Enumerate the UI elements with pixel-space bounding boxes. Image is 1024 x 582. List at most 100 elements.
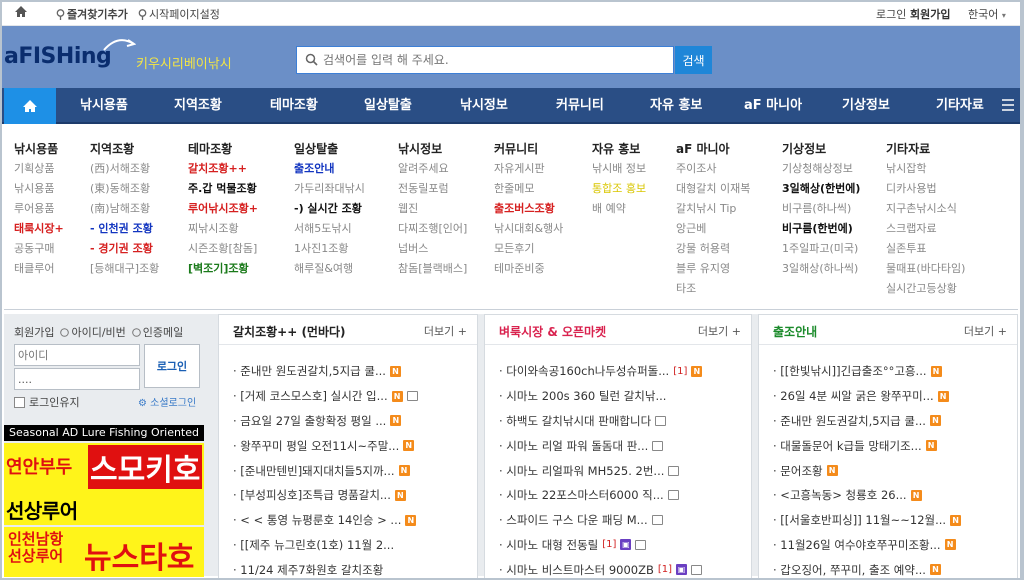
nav-home-tab[interactable]	[4, 88, 56, 124]
post-item[interactable]: · 갑오징어, 쭈꾸미, 출조 예약... N	[773, 557, 961, 582]
mega-menu-item[interactable]: 공동구매	[14, 240, 64, 260]
mega-menu-item[interactable]: 다찌조행[인어]	[398, 220, 467, 240]
mega-menu-item[interactable]: 물때표(바다타임)	[886, 260, 965, 280]
mega-col-title[interactable]: 기타자료	[886, 140, 965, 160]
mega-menu-item[interactable]: 출조버스조황	[494, 200, 563, 220]
bookmark-link[interactable]: 즐겨찾기추가	[56, 6, 128, 22]
startpage-link[interactable]: 시작페이지설정	[138, 6, 220, 22]
mega-menu-item[interactable]: (南)남해조황	[90, 200, 159, 220]
panel-title[interactable]: 벼룩시장 & 오픈마켓	[499, 323, 606, 340]
ad-smokey-ho[interactable]: 연안부두 스모키호 선상루어 010.5343.6604	[4, 443, 204, 548]
mega-menu-item[interactable]: 한줄메모	[494, 180, 563, 200]
social-login-link[interactable]: ⚙ 소셜로그인	[138, 394, 196, 409]
login-button[interactable]: 로그인	[144, 344, 200, 388]
mega-menu-item[interactable]: 블루 유지영	[676, 260, 750, 280]
mega-menu-item[interactable]: 앙근베	[676, 220, 750, 240]
mega-menu-item[interactable]: 태룩시장+	[14, 220, 64, 240]
post-item[interactable]: · 시마노 비스트마스터 9000ZB [1] ▣	[499, 557, 703, 582]
mega-menu-item[interactable]: 통합조 홍보	[592, 180, 646, 200]
post-item[interactable]: · 26일 4분 씨알 굵은 왕쭈꾸미... N	[773, 384, 961, 409]
mega-menu-item[interactable]: 대형갈치 이재복	[676, 180, 750, 200]
post-item[interactable]: · [[한빛낚시]]긴급출조°°고흥... N	[773, 359, 961, 384]
mega-menu-item[interactable]: 태클루어	[14, 260, 64, 280]
post-item[interactable]: · [[제주 뉴그린호(1호) 11월 2...	[233, 533, 418, 558]
nav-item-promo[interactable]: 자유 홍보	[650, 88, 702, 124]
home-icon[interactable]	[14, 5, 28, 21]
mega-menu-item[interactable]: 비구름(한번에)	[782, 220, 860, 240]
mega-menu-item[interactable]: 갈치조황++	[188, 160, 258, 180]
mega-menu-item[interactable]: 디카사용법	[886, 180, 965, 200]
more-link[interactable]: 더보기 +	[964, 323, 1007, 339]
post-item[interactable]: · 11월26일 여수야호쭈꾸미조황... N	[773, 533, 961, 558]
mega-menu-item[interactable]: 낚시대회&행사	[494, 220, 563, 240]
mega-menu-item[interactable]: - 인천권 조황	[90, 220, 159, 240]
user-id-input[interactable]	[14, 344, 140, 366]
post-item[interactable]: · 왕쭈꾸미 평일 오전11시~주말... N	[233, 433, 418, 458]
search-input[interactable]	[323, 50, 663, 70]
post-item[interactable]: · < < 통영 뉴평룬호 14인승 > ... N	[233, 508, 418, 533]
mega-menu-item[interactable]: 기획상품	[14, 160, 64, 180]
mega-menu-item[interactable]: [등해대구]조황	[90, 260, 159, 280]
mega-col-title[interactable]: 자유 홍보	[592, 140, 646, 160]
nav-item-mania[interactable]: aF 마니아	[744, 88, 802, 124]
signup-tab[interactable]: 회원가입	[14, 324, 54, 340]
mega-menu-item[interactable]: 가두리좌대낚시	[294, 180, 365, 200]
search-button[interactable]: 검색	[675, 46, 712, 74]
nav-item-fishing-gear[interactable]: 낚시용품	[80, 88, 128, 124]
mega-menu-item[interactable]: 1사진1조황	[294, 240, 365, 260]
post-item[interactable]: · 하백도 갈치낚시대 판매합니다	[499, 409, 702, 434]
mega-menu-item[interactable]: 낚시잡학	[886, 160, 965, 180]
mega-menu-item[interactable]: 참돔[블랙배스]	[398, 260, 467, 280]
mega-col-title[interactable]: 낚시용품	[14, 140, 64, 160]
mega-menu-item[interactable]: 타조	[676, 280, 750, 300]
mega-col-title[interactable]: 테마조황	[188, 140, 258, 160]
mega-menu-item[interactable]: [벽조기]조황	[188, 260, 258, 280]
more-link[interactable]: 더보기 +	[698, 323, 741, 339]
nav-item-etc[interactable]: 기타자료	[936, 88, 984, 124]
find-account-tab[interactable]: 아이디/비번	[60, 324, 126, 340]
mega-menu-item[interactable]: 주.갑 먹물조황	[188, 180, 258, 200]
nav-item-info[interactable]: 낚시정보	[460, 88, 508, 124]
password-input[interactable]	[14, 368, 140, 390]
mega-menu-item[interactable]: 출조안내	[294, 160, 365, 180]
more-link[interactable]: 더보기 +	[424, 323, 467, 339]
ad-newstar-ho[interactable]: 인천남항 선상루어 뉴스타호	[4, 527, 204, 577]
post-item[interactable]: · <고흥녹동> 청룡호 26... N	[773, 483, 961, 508]
mega-col-title[interactable]: 일상탈출	[294, 140, 365, 160]
post-item[interactable]: · 금요일 27일 출항확정 평일 ... N	[233, 409, 418, 434]
mega-col-title[interactable]: 지역조황	[90, 140, 159, 160]
language-select[interactable]: 한국어 ▾	[968, 6, 1006, 22]
mega-menu-item[interactable]: 해루질&여행	[294, 260, 365, 280]
mega-menu-item[interactable]: 낚시용품	[14, 180, 64, 200]
mega-menu-item[interactable]: 찌낚시조황	[188, 220, 258, 240]
post-item[interactable]: · 준내만 원도권갈치,5지급 쿨... N	[773, 409, 961, 434]
post-item[interactable]: · 스파이드 구스 다운 패딩 M...	[499, 508, 702, 533]
nav-item-getaway[interactable]: 일상탈출	[364, 88, 412, 124]
post-item[interactable]: · 11/24 제주7화원호 갈치조황	[233, 557, 418, 582]
nav-item-weather[interactable]: 기상정보	[842, 88, 890, 124]
mega-menu-item[interactable]: 웹진	[398, 200, 467, 220]
mega-menu-item[interactable]: (東)동해조황	[90, 180, 159, 200]
login-link[interactable]: 로그인	[876, 6, 906, 22]
mega-menu-item[interactable]: 3일해상(하나씩)	[782, 260, 860, 280]
post-item[interactable]: · 시마노 22포스마스터6000 직...	[499, 483, 702, 508]
mega-menu-item[interactable]: 실시간고등상황	[886, 280, 965, 300]
mega-menu-item[interactable]: 기상청해상정보	[782, 160, 860, 180]
mega-menu-item[interactable]: 테마준비중	[494, 260, 563, 280]
panel-title[interactable]: 출조안내	[773, 323, 817, 340]
post-item[interactable]: · [준내만텐빈]돼지대치들5지까... N	[233, 458, 418, 483]
site-logo[interactable]: aFISHing	[4, 39, 136, 69]
mega-col-title[interactable]: 기상정보	[782, 140, 860, 160]
verify-mail-tab[interactable]: 인증메일	[131, 324, 183, 340]
signup-link[interactable]: 회원가입	[910, 6, 950, 22]
mega-menu-item[interactable]: 넙버스	[398, 240, 467, 260]
post-item[interactable]: · 문어조황 N	[773, 458, 961, 483]
mega-col-title[interactable]: 커뮤니티	[494, 140, 563, 160]
mega-menu-item[interactable]: 비구름(하나씩)	[782, 200, 860, 220]
mega-menu-item[interactable]: 알려주세요	[398, 160, 467, 180]
panel-title[interactable]: 갈치조황++ (먼바다)	[233, 323, 346, 340]
mega-menu-item[interactable]: 시즌조황[참돔]	[188, 240, 258, 260]
post-item[interactable]: · 시마노 리얼 파워 돌돔대 판...	[499, 433, 702, 458]
mega-menu-item[interactable]: 1주일파고(미국)	[782, 240, 860, 260]
nav-item-regional[interactable]: 지역조황	[174, 88, 222, 124]
